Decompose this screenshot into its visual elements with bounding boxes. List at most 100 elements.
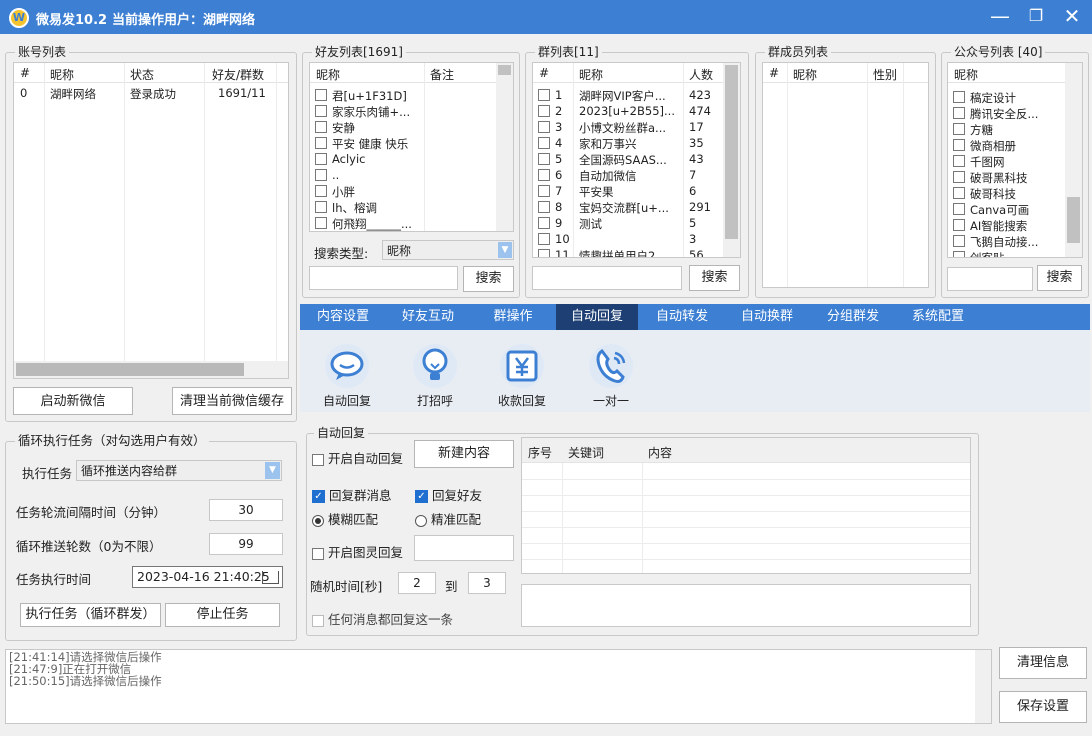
table-row[interactable]: 10 3 xyxy=(533,231,740,247)
checkbox[interactable] xyxy=(315,201,327,213)
greeting-tool[interactable]: 打招呼 xyxy=(400,344,470,409)
save-settings-button[interactable]: 保存设置 xyxy=(999,691,1087,723)
checkbox[interactable] xyxy=(315,169,327,181)
groups-scrollbar[interactable] xyxy=(723,63,740,257)
reply-friend-checkbox[interactable]: ✓ 回复好友 xyxy=(415,485,482,504)
members-table[interactable]: # 昵称 性别 xyxy=(762,62,929,288)
checkbox[interactable] xyxy=(953,219,965,231)
checkbox[interactable] xyxy=(953,187,965,199)
list-item[interactable]: 小胖 xyxy=(310,183,513,199)
clear-cache-button[interactable]: 清理当前微信缓存 xyxy=(172,387,292,415)
official-scrollbar[interactable] xyxy=(1065,63,1082,257)
search-type-select[interactable]: 昵称 ▼ xyxy=(382,240,514,260)
any-message-checkbox[interactable]: 任何消息都回复这一条 xyxy=(312,609,453,628)
close-icon[interactable]: ✕ xyxy=(1059,5,1085,29)
chevron-down-icon[interactable]: ▼ xyxy=(265,462,280,479)
rounds-input[interactable]: 99 xyxy=(209,533,283,555)
friends-search-button[interactable]: 搜索 xyxy=(463,266,514,292)
checkbox[interactable] xyxy=(538,89,550,101)
list-item[interactable]: 微商相册 xyxy=(948,137,1082,153)
list-item[interactable]: 方糖 xyxy=(948,121,1082,137)
table-row[interactable]: 3 小博文粉丝群a... 17 xyxy=(533,119,740,135)
list-item[interactable]: 创客贴 xyxy=(948,249,1082,257)
list-item[interactable]: 千图网 xyxy=(948,153,1082,169)
reply-content-box[interactable] xyxy=(521,584,971,627)
check-icon[interactable]: ✓ xyxy=(312,490,325,503)
chevron-down-icon[interactable]: ▼ xyxy=(498,242,512,258)
random-to-input[interactable]: 3 xyxy=(468,572,506,594)
table-row[interactable]: 9 测试 5 xyxy=(533,215,740,231)
table-row[interactable]: 2 2023[u+2B55]... 474 xyxy=(533,103,740,119)
checkbox[interactable] xyxy=(538,169,550,181)
checkbox[interactable] xyxy=(315,105,327,117)
friends-table[interactable]: 昵称 备注 君[u+1F31D] 家家乐肉铺+... 安静 平安 健康 快乐 Aclyi… xyxy=(309,62,514,232)
checkbox[interactable] xyxy=(315,153,327,165)
radio-icon[interactable] xyxy=(415,514,427,527)
payment-reply-tool[interactable]: 收款回复 xyxy=(487,344,557,409)
official-search-input[interactable] xyxy=(947,267,1033,291)
friends-search-input[interactable] xyxy=(309,266,458,290)
checkbox[interactable] xyxy=(315,121,327,133)
fuzzy-match-radio[interactable]: 模糊匹配 xyxy=(312,509,378,528)
checkbox[interactable] xyxy=(953,139,965,151)
image-reply-input[interactable] xyxy=(414,535,514,561)
check-icon[interactable]: ✓ xyxy=(415,490,428,503)
checkbox[interactable] xyxy=(538,185,550,197)
tab-auto-forward[interactable]: 自动转发 xyxy=(638,304,726,330)
checkbox[interactable] xyxy=(538,153,550,165)
list-item[interactable]: 君[u+1F31D] xyxy=(310,87,513,103)
checkbox[interactable] xyxy=(953,123,965,135)
friends-scrollbar[interactable] xyxy=(496,63,513,231)
checkbox[interactable] xyxy=(538,233,550,245)
table-row[interactable]: 8 宝妈交流群[u+... 291 xyxy=(533,199,740,215)
clear-info-button[interactable]: 清理信息 xyxy=(999,647,1087,679)
checkbox[interactable] xyxy=(538,137,550,149)
checkbox[interactable] xyxy=(953,251,965,257)
random-from-input[interactable]: 2 xyxy=(398,572,436,594)
maximize-icon[interactable]: ❐ xyxy=(1023,5,1049,29)
tab-auto-reply[interactable]: 自动回复 xyxy=(556,304,638,330)
tab-auto-switch-group[interactable]: 自动换群 xyxy=(726,304,808,330)
list-item[interactable]: Aclyic xyxy=(310,151,513,167)
tab-group-operations[interactable]: 群操作 xyxy=(470,304,556,330)
list-item[interactable]: 破哥科技 xyxy=(948,185,1082,201)
launch-wechat-button[interactable]: 启动新微信 xyxy=(13,387,133,415)
list-item[interactable]: 破哥黑科技 xyxy=(948,169,1082,185)
list-item[interactable]: 腾讯安全反... xyxy=(948,105,1082,121)
tab-content-settings[interactable]: 内容设置 xyxy=(300,304,386,330)
groups-search-button[interactable]: 搜索 xyxy=(689,265,740,291)
list-item[interactable]: 稿定设计 xyxy=(948,89,1082,105)
checkbox[interactable] xyxy=(538,105,550,117)
interval-input[interactable]: 30 xyxy=(209,499,283,521)
table-row[interactable]: 5 全国源码SAAS... 43 xyxy=(533,151,740,167)
list-item[interactable]: 飞鹅自动接... xyxy=(948,233,1082,249)
task-select[interactable]: 循环推送内容给群 ▼ xyxy=(76,460,282,481)
checkbox[interactable] xyxy=(315,89,327,101)
checkbox[interactable] xyxy=(953,235,965,247)
tab-system-config[interactable]: 系统配置 xyxy=(898,304,978,330)
checkbox[interactable] xyxy=(953,91,965,103)
checkbox[interactable] xyxy=(953,203,965,215)
enable-auto-reply-checkbox[interactable]: 开启自动回复 xyxy=(312,448,403,467)
exact-match-radio[interactable]: 精准匹配 xyxy=(415,509,481,528)
checkbox[interactable] xyxy=(953,155,965,167)
official-search-button[interactable]: 搜索 xyxy=(1037,265,1082,291)
checkbox[interactable] xyxy=(953,171,965,183)
stop-task-button[interactable]: 停止任务 xyxy=(165,603,280,627)
one-to-one-tool[interactable]: 一对一 xyxy=(576,344,646,409)
tab-group-broadcast[interactable]: 分组群发 xyxy=(808,304,898,330)
checkbox[interactable] xyxy=(315,137,327,149)
radio-selected-icon[interactable] xyxy=(312,514,324,527)
list-item[interactable]: 何飛翔______... xyxy=(310,215,513,231)
horizontal-scrollbar[interactable] xyxy=(14,361,288,378)
checkbox[interactable] xyxy=(312,453,324,466)
reply-group-checkbox[interactable]: ✓ 回复群消息 xyxy=(312,485,392,504)
checkbox[interactable] xyxy=(538,121,550,133)
list-item[interactable]: 家家乐肉铺+... xyxy=(310,103,513,119)
official-table[interactable]: 昵称 稿定设计 腾讯安全反... 方糖 微商相册 千图网 破哥黑科技 破哥科技 Canva可画… xyxy=(947,62,1083,258)
time-input[interactable]: 2023-04-16 21:40:25 xyxy=(132,566,283,588)
table-row[interactable]: 7 平安果 6 xyxy=(533,183,740,199)
list-item[interactable]: AI智能搜索 xyxy=(948,217,1082,233)
list-item[interactable]: Canva可画 xyxy=(948,201,1082,217)
keyword-table[interactable]: 序号 关键词 内容 xyxy=(521,437,971,574)
